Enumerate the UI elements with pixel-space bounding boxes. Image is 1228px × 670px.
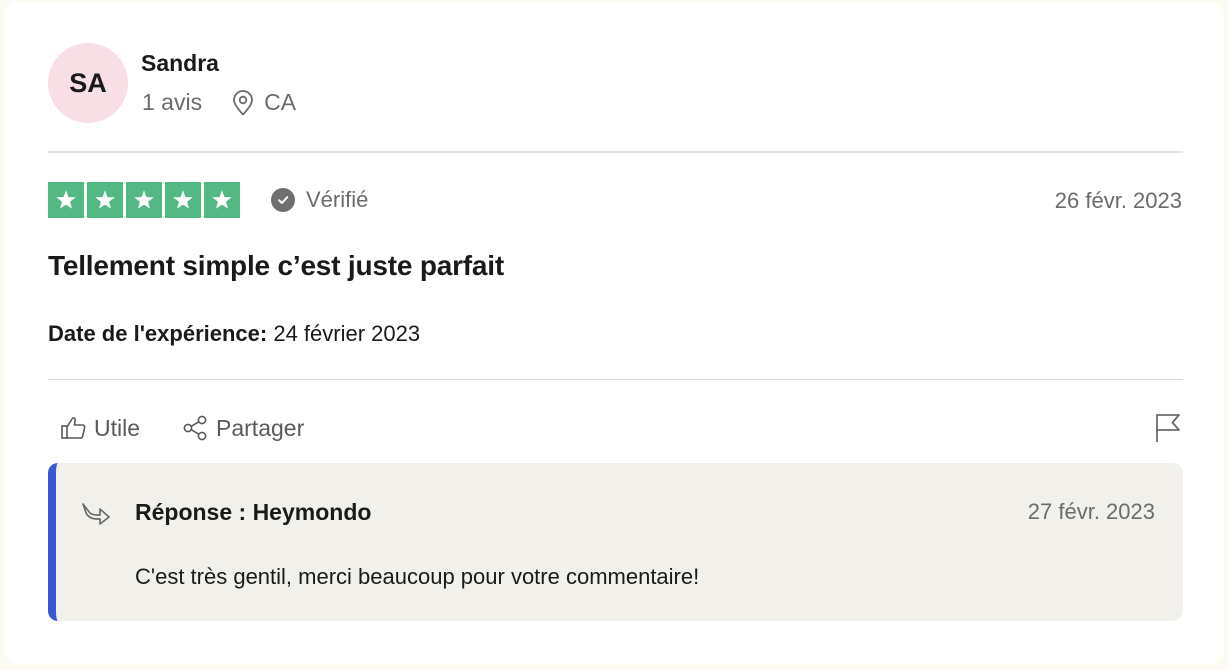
reviewer-meta: 1 avis CA xyxy=(142,89,296,116)
avatar[interactable]: SA xyxy=(48,43,128,123)
star-icon xyxy=(204,182,240,218)
flag-icon xyxy=(1154,412,1182,444)
share-icon xyxy=(182,414,210,442)
reply-date: 27 févr. 2023 xyxy=(1027,499,1155,524)
reply-arrow-icon xyxy=(80,500,112,526)
star-icon xyxy=(87,182,123,218)
share-button[interactable]: Partager xyxy=(182,414,304,442)
star-icon xyxy=(48,182,84,218)
experience-date: Date de l'expérience: 24 février 2023 xyxy=(48,321,420,347)
report-button[interactable] xyxy=(1154,412,1182,444)
reply-title: Réponse : Heymondo xyxy=(135,499,372,525)
check-circle-icon xyxy=(271,188,295,212)
experience-date-label: Date de l'expérience: xyxy=(48,321,268,346)
review-count: 1 avis xyxy=(142,89,203,115)
star-rating xyxy=(48,182,240,218)
star-icon xyxy=(126,182,162,218)
thumbs-up-icon xyxy=(60,415,88,441)
reply-text: C'est très gentil, merci beaucoup pour v… xyxy=(135,564,700,589)
share-label: Partager xyxy=(216,414,305,441)
useful-button[interactable]: Utile xyxy=(60,415,140,442)
useful-label: Utile xyxy=(94,414,141,441)
verified-label: Vérifié xyxy=(306,187,369,212)
divider xyxy=(48,151,1183,153)
avatar-initials: SA xyxy=(69,67,107,98)
review-title[interactable]: Tellement simple c’est juste parfait xyxy=(48,250,504,282)
divider xyxy=(48,379,1183,380)
verified-badge[interactable]: Vérifié xyxy=(271,187,368,213)
reviewer-name[interactable]: Sandra xyxy=(141,50,219,77)
review-card: SA Sandra 1 avis CA Vérifié 26 févr. 202… xyxy=(4,2,1224,664)
location-pin-icon xyxy=(232,89,254,116)
company-reply: Réponse : Heymondo 27 févr. 2023 C'est t… xyxy=(48,463,1183,621)
experience-date-value: 24 février 2023 xyxy=(273,321,421,346)
review-actions: Utile Partager xyxy=(60,414,304,442)
reviewer-country: CA xyxy=(264,89,297,115)
review-date: 26 févr. 2023 xyxy=(1054,188,1182,213)
star-icon xyxy=(165,182,201,218)
